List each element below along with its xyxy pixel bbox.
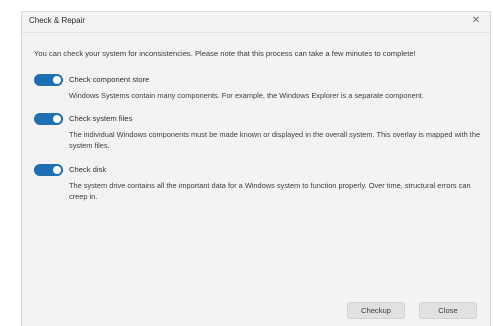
option-title: Check component store: [69, 75, 150, 84]
title-bar: Check & Repair ✕: [22, 12, 490, 33]
close-icon[interactable]: ✕: [469, 14, 483, 28]
option-description: The individual Windows components must b…: [69, 130, 481, 150]
option-title: Check system files: [69, 114, 133, 123]
toggle-knob: [53, 115, 61, 123]
close-button[interactable]: Close: [419, 302, 477, 319]
dialog-title: Check & Repair: [29, 16, 86, 25]
checkup-button[interactable]: Checkup: [347, 302, 405, 319]
toggle-knob: [53, 76, 61, 84]
intro-text: You can check your system for inconsiste…: [34, 49, 416, 58]
toggle-knob: [53, 166, 61, 174]
toggle-check-disk[interactable]: [34, 164, 63, 176]
option-description: Windows Systems contain many components.…: [69, 91, 424, 100]
check-repair-dialog: Check & Repair ✕ You can check your syst…: [21, 11, 491, 326]
toggle-system-files[interactable]: [34, 113, 63, 125]
toggle-component-store[interactable]: [34, 74, 63, 86]
option-description: The system drive contains all the import…: [69, 181, 471, 201]
option-title: Check disk: [69, 165, 107, 174]
